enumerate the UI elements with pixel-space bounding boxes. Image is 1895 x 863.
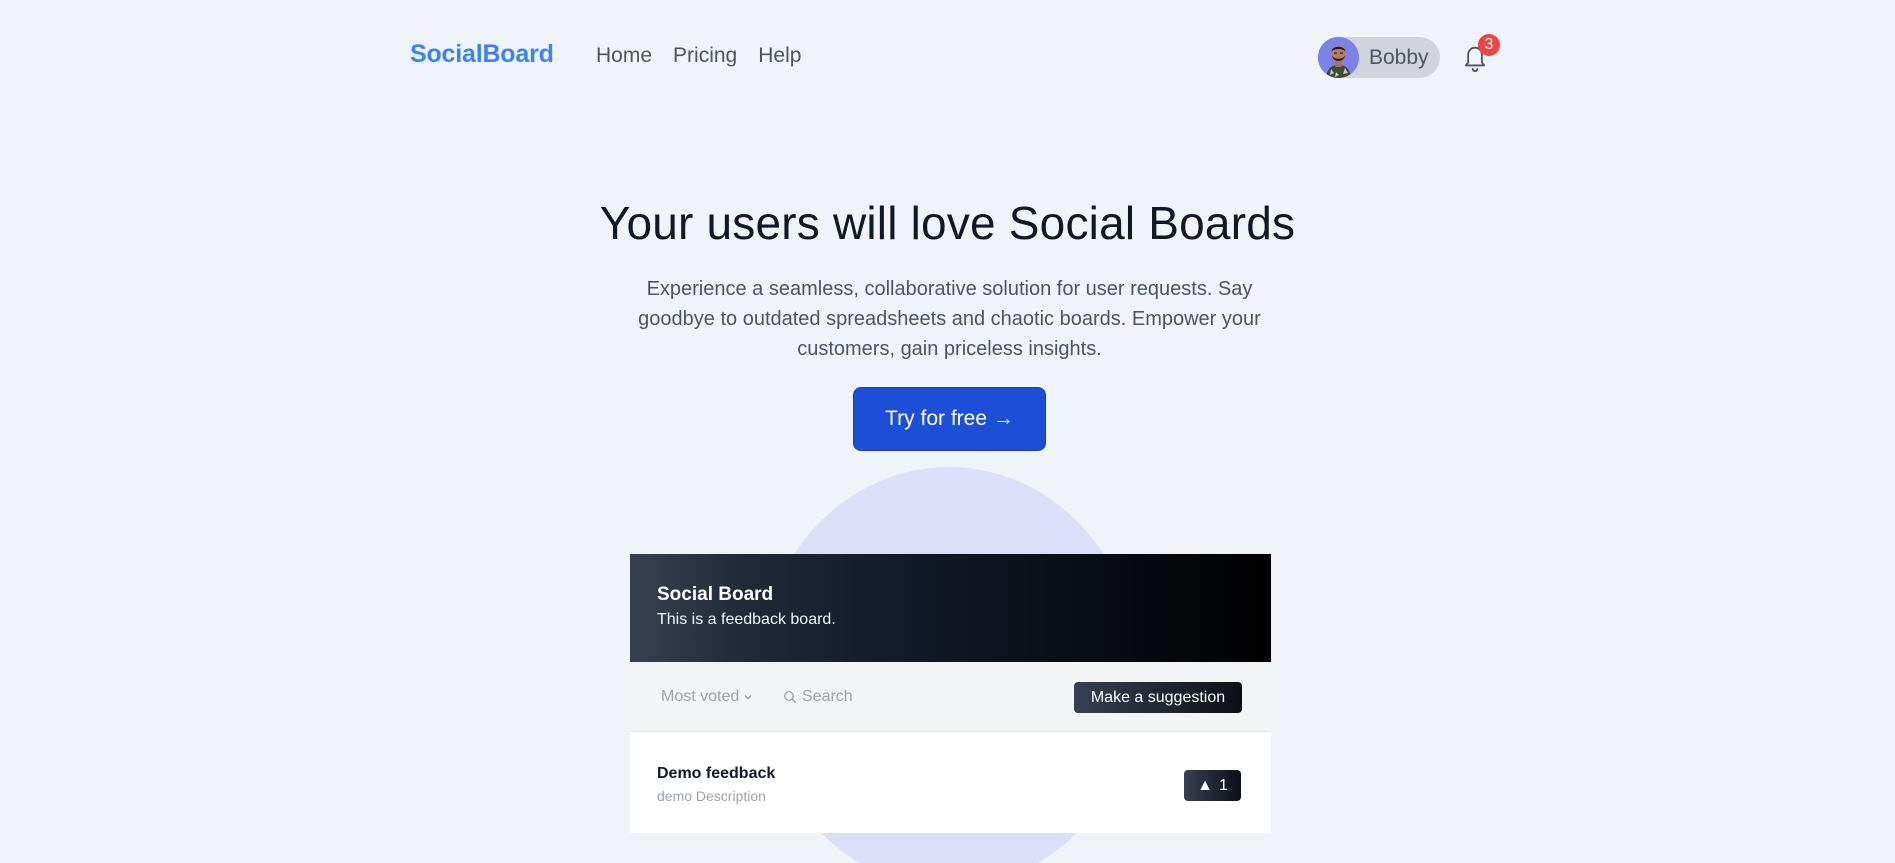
make-suggestion-button[interactable]: Make a suggestion	[1074, 682, 1242, 713]
landing-page: SocialBoard Home Pricing Help Bobby 3 Yo…	[0, 0, 1895, 863]
chevron-down-icon	[744, 695, 752, 700]
nav-link-home[interactable]: Home	[596, 44, 652, 68]
search-icon	[783, 690, 796, 703]
feedback-title: Demo feedback	[657, 765, 776, 782]
user-name: Bobby	[1369, 45, 1429, 69]
nav-link-help[interactable]: Help	[758, 44, 801, 68]
upvote-button[interactable]: ▲ 1	[1184, 770, 1241, 801]
hero-subtitle: Experience a seamless, collaborative sol…	[638, 278, 1261, 360]
list-item[interactable]: Demo feedback demo Description ▲ 1	[630, 732, 1271, 833]
board-toolbar: Most voted Search Make a suggestion	[630, 662, 1271, 732]
notification-count-badge: 3	[1478, 34, 1500, 56]
sort-dropdown[interactable]: Most voted	[661, 688, 753, 706]
nav-link-pricing[interactable]: Pricing	[673, 44, 737, 68]
sort-dropdown-label: Most voted	[661, 688, 740, 705]
board-header: Social Board This is a feedback board.	[630, 554, 1271, 662]
board-description: This is a feedback board.	[657, 611, 836, 628]
search-placeholder: Search	[802, 688, 853, 705]
hero-title: Your users will love Social Boards	[599, 197, 1296, 249]
user-menu-button[interactable]: Bobby	[1318, 37, 1440, 78]
avatar	[1318, 37, 1359, 78]
logo-link[interactable]: SocialBoard	[410, 40, 554, 69]
try-for-free-button[interactable]: Try for free →	[853, 387, 1046, 451]
upvote-icon: ▲	[1197, 776, 1213, 794]
board-title: Social Board	[657, 584, 774, 605]
search-input[interactable]: Search	[783, 688, 853, 706]
vote-count: 1	[1218, 776, 1228, 794]
main-nav: Home Pricing Help	[596, 44, 801, 68]
feedback-description: demo Description	[657, 788, 766, 804]
